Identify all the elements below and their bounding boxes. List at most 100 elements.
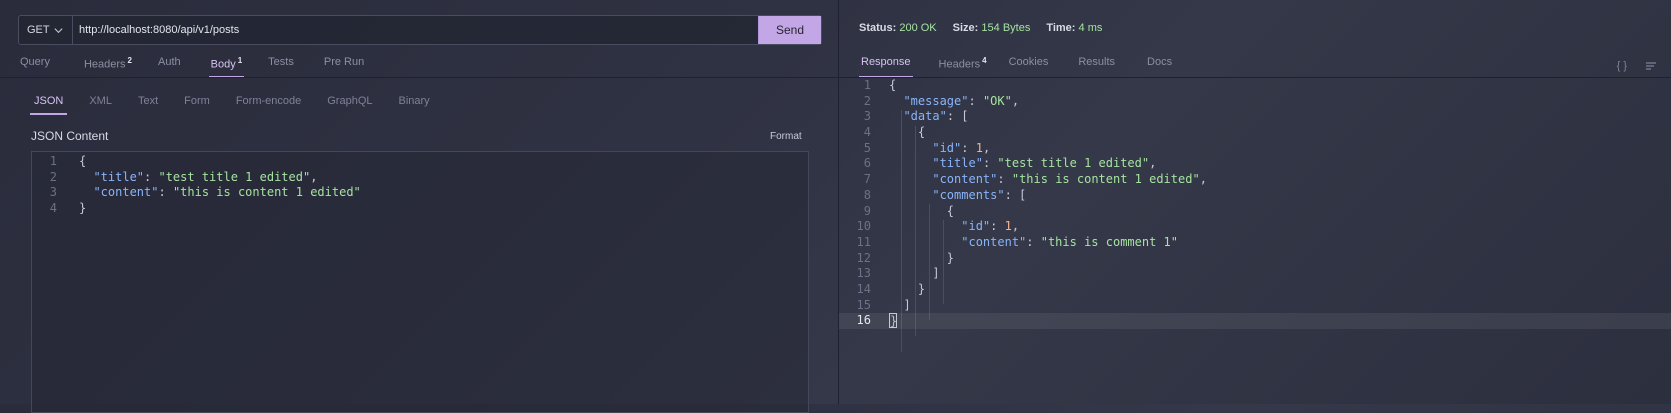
tab-label: Results [1078, 56, 1116, 68]
chevron-down-icon [54, 27, 63, 33]
tabs-divider [0, 77, 838, 78]
line-number: 1 [49, 154, 57, 168]
code-line: 8 "comments": [ [839, 188, 1671, 204]
tab-body[interactable]: Body 1 [208, 56, 245, 78]
tab-badge: 1 [237, 56, 243, 65]
time-value: 4 ms [1078, 22, 1103, 34]
body-type-binary[interactable]: Binary [399, 95, 430, 107]
code-line: 1{ [839, 78, 1671, 94]
tab-label: Response [861, 56, 911, 68]
code-line: 12 } [839, 251, 1671, 267]
line-number: 5 [863, 140, 871, 155]
code-line: 11 "content": "this is comment 1" [839, 235, 1671, 251]
tab-label: Docs [1147, 56, 1173, 68]
size-value: 154 Bytes [981, 22, 1031, 34]
wrap-lines-icon[interactable] [1645, 60, 1657, 72]
braces-icon[interactable]: { } [1617, 60, 1627, 72]
code-line: 14 } [839, 282, 1671, 298]
json-string: "test title 1 edited" [997, 156, 1150, 171]
body-type-text[interactable]: Text [138, 95, 158, 107]
json-key: "content" [93, 185, 159, 199]
tab-badge: 4 [982, 56, 987, 65]
tab-docs[interactable]: Docs [1145, 56, 1174, 71]
code-line: 2 "message": "OK", [839, 94, 1671, 110]
body-type-graphql[interactable]: GraphQL [327, 95, 372, 107]
tab-label: Tests [268, 56, 294, 68]
response-status-bar: Status: 200 OK Size: 154 Bytes Time: 4 m… [859, 22, 1102, 34]
request-tabs: Query Headers 2 Auth Body 1 Tests Pre Run [18, 56, 366, 78]
tab-label: Headers [83, 58, 126, 71]
time-label: Time: [1046, 22, 1076, 34]
format-button[interactable]: Format [770, 131, 802, 142]
line-number: 13 [856, 266, 871, 281]
tab-label: Body [210, 58, 236, 71]
tab-response[interactable]: Response [859, 56, 913, 78]
status-value: 200 OK [899, 22, 937, 34]
line-number: 16 [856, 313, 871, 328]
line-number: 15 [856, 297, 871, 312]
tab-auth[interactable]: Auth [156, 56, 183, 71]
tab-tests[interactable]: Tests [266, 56, 296, 71]
tab-label: Headers [938, 58, 981, 71]
body-editor[interactable]: 1{ 2 "title": "test title 1 edited", 3 "… [31, 151, 809, 413]
tab-pre-run[interactable]: Pre Run [322, 56, 366, 71]
line-number: 7 [863, 172, 871, 187]
line-number: 12 [856, 250, 871, 265]
code-line: 13 ] [839, 266, 1671, 282]
tab-badge: 2 [127, 56, 132, 65]
code-line: 4 { [839, 125, 1671, 141]
code-line: 9 { [839, 204, 1671, 220]
response-toolbar: { } [1617, 60, 1657, 72]
body-type-tabs: JSON XML Text Form Form-encode GraphQL B… [29, 95, 456, 115]
tab-results[interactable]: Results [1076, 56, 1117, 71]
line-number: 2 [49, 169, 57, 184]
tab-label: Cookies [1008, 56, 1049, 68]
tab-query[interactable]: Query [18, 56, 52, 71]
time-info: Time: 4 ms [1046, 22, 1102, 34]
body-type-json[interactable]: JSON [29, 95, 68, 115]
code-line: 6 "title": "test title 1 edited", [839, 156, 1671, 172]
code-line: 5 "id": 1, [839, 141, 1671, 157]
method-select[interactable]: GET [19, 16, 73, 44]
status-label: Status: [859, 22, 897, 34]
tab-label: Pre Run [323, 56, 365, 68]
url-text: http://localhost:8080/api/v1/posts [79, 24, 240, 36]
json-string: "this is content 1 edited" [172, 185, 361, 199]
line-number: 2 [863, 93, 871, 108]
body-type-xml[interactable]: XML [89, 95, 112, 107]
code-line: 10 "id": 1, [839, 219, 1671, 235]
line-number: 11 [856, 234, 871, 249]
size-info: Size: 154 Bytes [953, 22, 1031, 34]
json-string: "OK" [982, 93, 1012, 108]
method-label: GET [27, 24, 50, 36]
body-type-form[interactable]: Form [184, 95, 210, 107]
line-number: 3 [863, 109, 871, 124]
code-line-current: 16} [839, 313, 1671, 329]
tab-cookies[interactable]: Cookies [1007, 56, 1051, 71]
code-line: 15 ] [839, 298, 1671, 314]
text-cursor: } [889, 313, 898, 329]
response-viewer[interactable]: 1{ 2 "message": "OK", 3 "data": [ 4 { 5 … [839, 78, 1671, 352]
status-info: Status: 200 OK [859, 22, 937, 34]
line-number: 4 [49, 200, 57, 215]
json-number: 1 [975, 140, 983, 155]
request-panel: GET http://localhost:8080/api/v1/posts S… [0, 0, 838, 413]
body-type-form-encode[interactable]: Form-encode [236, 95, 301, 107]
json-content-label: JSON Content [31, 129, 109, 143]
url-input[interactable]: http://localhost:8080/api/v1/posts [73, 16, 758, 44]
response-tabs: Response Headers 4 Cookies Results Docs [859, 56, 1174, 78]
tab-response-headers[interactable]: Headers 4 [937, 56, 989, 71]
json-string: "this is comment 1" [1040, 234, 1179, 249]
body-code: 1{ 2 "title": "test title 1 edited", 3 "… [32, 154, 361, 216]
send-button[interactable]: Send [758, 16, 821, 44]
line-number: 10 [856, 219, 871, 234]
code-line: 3 "data": [ [839, 109, 1671, 125]
json-string: "test title 1 edited" [158, 169, 311, 184]
line-number: 3 [49, 185, 57, 199]
line-number: 8 [863, 187, 871, 202]
line-number: 4 [863, 125, 871, 140]
line-number: 9 [863, 203, 871, 218]
line-number: 14 [856, 281, 871, 296]
url-bar: GET http://localhost:8080/api/v1/posts S… [18, 15, 822, 45]
tab-headers[interactable]: Headers 2 [82, 56, 134, 71]
